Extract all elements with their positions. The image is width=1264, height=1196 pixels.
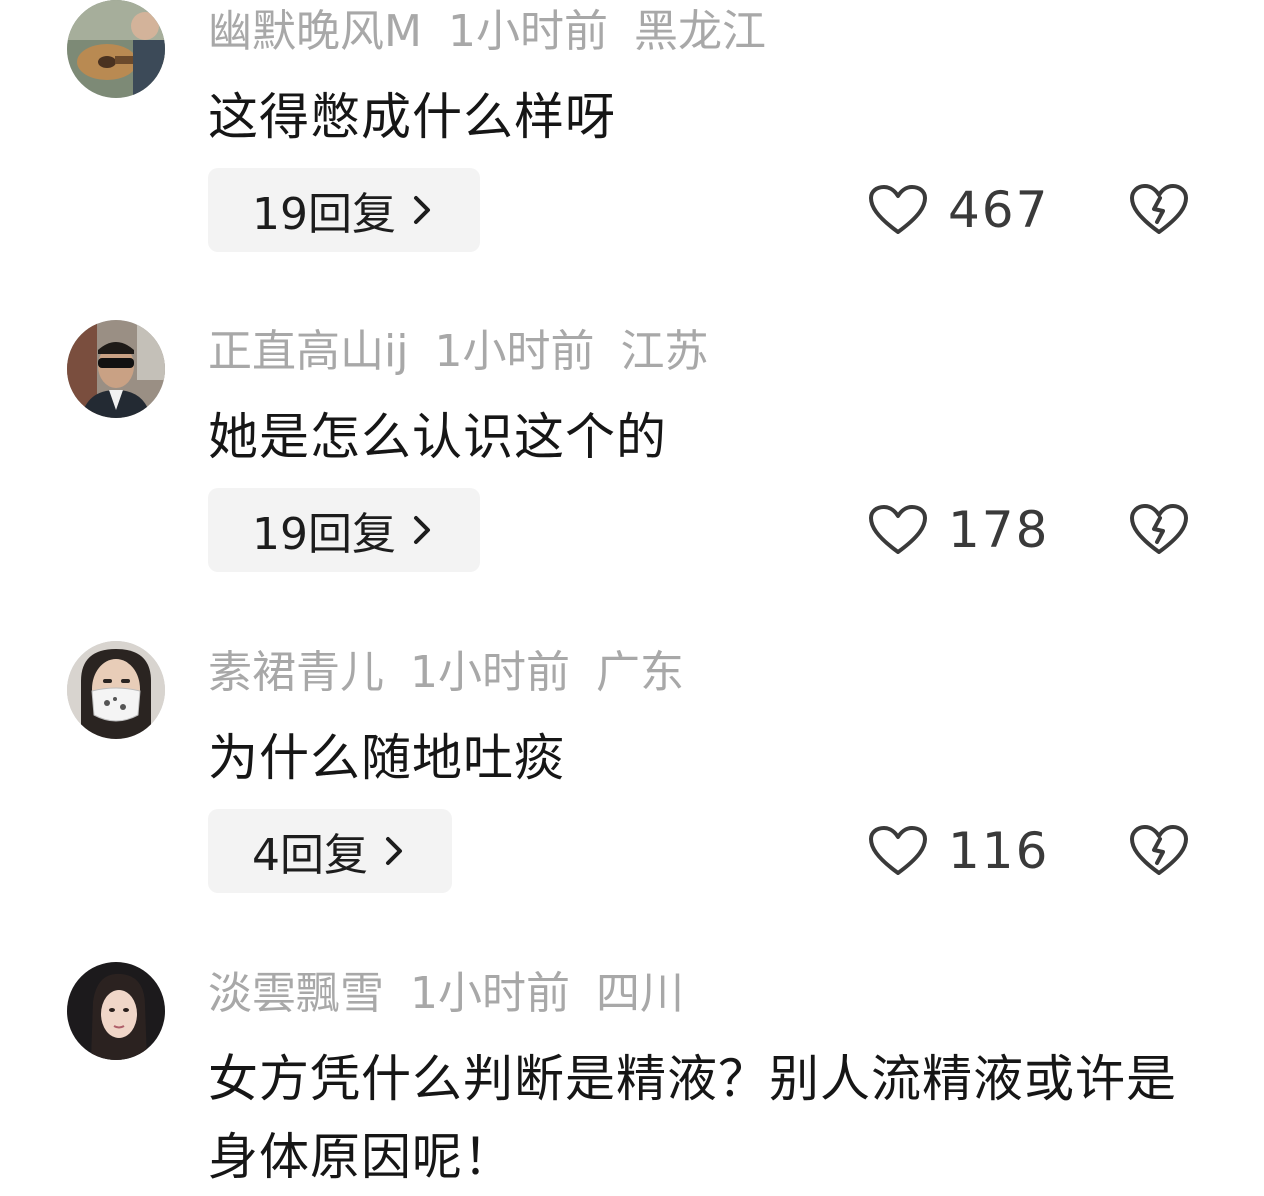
avatar[interactable] bbox=[67, 641, 165, 739]
comment-text: 为什么随地吐痰 bbox=[208, 729, 565, 787]
heart-icon bbox=[869, 185, 927, 234]
comment-meta: 幽默晚风M 1小时前 黑龙江 bbox=[208, 2, 792, 62]
username[interactable]: 素裙青儿 bbox=[208, 647, 384, 698]
view-replies-button[interactable]: 19回复 bbox=[208, 168, 480, 252]
comment-meta: 素裙青儿 1小时前 广东 bbox=[208, 643, 710, 703]
heart-icon bbox=[869, 826, 927, 875]
chevron-right-icon bbox=[386, 837, 402, 865]
view-replies-button[interactable]: 4回复 bbox=[208, 809, 452, 893]
comment-text: 她是怎么认识这个的 bbox=[208, 408, 667, 466]
broken-heart-icon[interactable] bbox=[1129, 502, 1189, 556]
username[interactable]: 幽默晚风M bbox=[208, 6, 422, 57]
reply-count-label: 19回复 bbox=[252, 189, 396, 240]
chevron-right-icon bbox=[414, 516, 430, 544]
username[interactable]: 淡雲飄雪 bbox=[208, 968, 384, 1019]
comment-time: 1小时前 bbox=[434, 326, 595, 377]
comment-time: 1小时前 bbox=[447, 6, 608, 57]
comment-text: 这得憋成什么样呀 bbox=[208, 88, 616, 146]
comment-meta: 正直高山ij 1小时前 江苏 bbox=[208, 322, 734, 382]
like-count: 467 bbox=[948, 181, 1050, 239]
like-count: 116 bbox=[948, 822, 1050, 880]
comment-time: 1小时前 bbox=[410, 647, 570, 698]
like-button[interactable]: 116 bbox=[868, 813, 1049, 889]
heart-icon bbox=[869, 505, 927, 554]
comment-location: 广东 bbox=[596, 647, 684, 698]
avatar[interactable] bbox=[67, 0, 165, 98]
reply-count-label: 19回复 bbox=[252, 509, 396, 560]
comment-text: 女方凭什么判断是精液？别人流精液或许是身体原因呢！ bbox=[208, 1050, 1177, 1186]
chevron-right-icon bbox=[414, 196, 430, 224]
like-button[interactable]: 178 bbox=[868, 492, 1049, 568]
comment-location: 黑龙江 bbox=[633, 6, 766, 57]
comment-location: 江苏 bbox=[620, 326, 709, 377]
broken-heart-icon[interactable] bbox=[1129, 182, 1189, 236]
like-button[interactable]: 467 bbox=[868, 172, 1049, 248]
comment-location: 四川 bbox=[596, 968, 684, 1019]
comment-meta: 淡雲飄雪 1小时前 四川 bbox=[208, 964, 710, 1024]
username[interactable]: 正直高山ij bbox=[208, 326, 408, 377]
reply-count-label: 4回复 bbox=[252, 830, 368, 881]
like-count: 178 bbox=[948, 501, 1050, 559]
comment-time: 1小时前 bbox=[410, 968, 570, 1019]
broken-heart-icon[interactable] bbox=[1129, 823, 1189, 877]
view-replies-button[interactable]: 19回复 bbox=[208, 488, 480, 572]
avatar[interactable] bbox=[67, 962, 165, 1060]
avatar[interactable] bbox=[67, 320, 165, 418]
